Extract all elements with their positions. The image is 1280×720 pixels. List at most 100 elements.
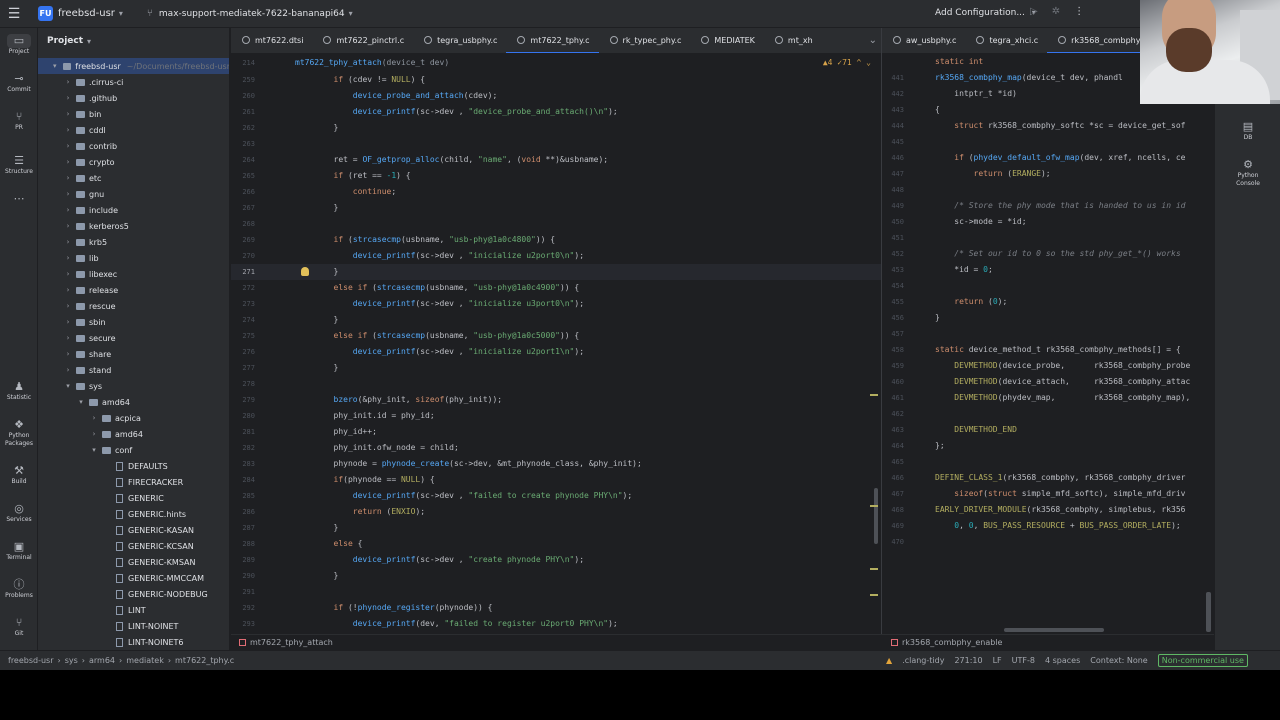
code-line[interactable]: 452 /* Set our id to 0 so the std phy_ge… bbox=[882, 246, 1214, 262]
code-line[interactable]: 468 EARLY_DRIVER_MODULE(rk3568_combphy, s… bbox=[882, 502, 1214, 518]
editor-tab[interactable]: mt_xh bbox=[764, 28, 822, 53]
tree-file[interactable]: GENERIC-KMSAN bbox=[38, 554, 229, 570]
tool-pull-requests[interactable]: ⑂ PR bbox=[0, 110, 38, 132]
editor-tab[interactable]: mt7622.dtsi bbox=[231, 28, 312, 53]
line-number[interactable]: 443 bbox=[882, 102, 904, 118]
tree-folder[interactable]: › krb5 bbox=[38, 234, 229, 250]
tree-folder[interactable]: › sbin bbox=[38, 314, 229, 330]
chevron-right-icon[interactable]: › bbox=[63, 366, 73, 374]
line-number[interactable]: 466 bbox=[882, 470, 904, 486]
line-number[interactable]: 291 bbox=[231, 584, 255, 600]
tree-folder[interactable]: ▾ amd64 bbox=[38, 394, 229, 410]
code-line[interactable]: 263 bbox=[231, 136, 881, 152]
code-line[interactable]: 282 phy_init.ofw_node = child; bbox=[231, 440, 881, 456]
chevron-right-icon[interactable]: › bbox=[63, 334, 73, 342]
tree-folder[interactable]: › etc bbox=[38, 170, 229, 186]
breadcrumb-item[interactable]: sys bbox=[65, 656, 78, 665]
code-line[interactable]: 278 bbox=[231, 376, 881, 392]
editor-left-scrollbar[interactable] bbox=[874, 488, 878, 544]
chevron-right-icon[interactable]: › bbox=[63, 78, 73, 86]
tree-file[interactable]: GENERIC-KASAN bbox=[38, 522, 229, 538]
chevron-right-icon[interactable]: › bbox=[63, 286, 73, 294]
code-line[interactable]: 279 bzero(&phy_init, sizeof(phy_init)); bbox=[231, 392, 881, 408]
code-line[interactable]: 272 else if (strcasecmp(usbname, "usb-ph… bbox=[231, 280, 881, 296]
tree-folder[interactable]: › include bbox=[38, 202, 229, 218]
line-number[interactable]: 461 bbox=[882, 390, 904, 406]
cursor-position[interactable]: 271:10 bbox=[954, 651, 982, 670]
line-number[interactable]: 450 bbox=[882, 214, 904, 230]
line-number[interactable]: 452 bbox=[882, 246, 904, 262]
code-line[interactable]: 269 if (strcasecmp(usbname, "usb-phy@1a0… bbox=[231, 232, 881, 248]
editor-tab[interactable]: rk3568_combphy bbox=[1047, 28, 1150, 53]
chevron-right-icon[interactable]: › bbox=[89, 430, 99, 438]
tree-folder[interactable]: › bin bbox=[38, 106, 229, 122]
code-line[interactable]: 287 } bbox=[231, 520, 881, 536]
line-number[interactable]: 465 bbox=[882, 454, 904, 470]
tree-folder[interactable]: › amd64 bbox=[38, 426, 229, 442]
code-line[interactable]: 454 bbox=[882, 278, 1214, 294]
more-actions-icon[interactable]: ⋮ bbox=[1074, 6, 1084, 17]
tool-git[interactable]: ⑂ Git bbox=[0, 616, 38, 638]
warning-icon[interactable]: ▲ bbox=[886, 651, 892, 670]
line-number[interactable]: 263 bbox=[231, 136, 255, 152]
code-line[interactable]: 290 } bbox=[231, 568, 881, 584]
line-number[interactable]: 453 bbox=[882, 262, 904, 278]
code-line[interactable]: 460 DEVMETHOD(device_attach, rk3568_comb… bbox=[882, 374, 1214, 390]
project-badge[interactable]: FU bbox=[38, 6, 53, 21]
sticky-line[interactable]: 214 mt7622_tphy_attach(device_t dev) ▲4 … bbox=[231, 55, 881, 71]
chevron-right-icon[interactable]: › bbox=[63, 302, 73, 310]
chevron-right-icon[interactable]: › bbox=[63, 110, 73, 118]
tool-python-console[interactable]: ⚙ Python Console bbox=[1229, 158, 1267, 188]
code-line[interactable]: 276 device_printf(sc->dev , "inicialize … bbox=[231, 344, 881, 360]
line-number[interactable]: 260 bbox=[231, 88, 255, 104]
code-line[interactable]: 293 device_printf(dev, "failed to regist… bbox=[231, 616, 881, 632]
code-line[interactable]: 281 phy_id++; bbox=[231, 424, 881, 440]
chevron-right-icon[interactable]: › bbox=[63, 158, 73, 166]
chevron-down-icon[interactable]: ▾ bbox=[89, 446, 99, 454]
panel-header[interactable]: Project ▾ bbox=[38, 28, 229, 54]
line-number[interactable]: 290 bbox=[231, 568, 255, 584]
line-number[interactable]: 470 bbox=[882, 534, 904, 550]
breadcrumb-item[interactable]: arm64 bbox=[89, 656, 115, 665]
code-line[interactable]: 466 DEFINE_CLASS_1(rk3568_combphy, rk3568… bbox=[882, 470, 1214, 486]
chevron-down-icon[interactable]: ▾ bbox=[50, 62, 60, 70]
tree-folder[interactable]: › stand bbox=[38, 362, 229, 378]
chevron-down-icon[interactable]: ▾ bbox=[87, 37, 91, 46]
code-line[interactable]: 463 DEVMETHOD_END bbox=[882, 422, 1214, 438]
code-line[interactable]: 261 device_printf(sc->dev , "device_prob… bbox=[231, 104, 881, 120]
line-number[interactable]: 271 bbox=[231, 264, 255, 280]
line-number[interactable]: 444 bbox=[882, 118, 904, 134]
line-number[interactable]: 448 bbox=[882, 182, 904, 198]
line-number[interactable]: 281 bbox=[231, 424, 255, 440]
tool-more[interactable]: ⋯ bbox=[0, 192, 38, 206]
code-line[interactable]: 283 phynode = phynode_create(sc->dev, &m… bbox=[231, 456, 881, 472]
line-number[interactable]: 451 bbox=[882, 230, 904, 246]
tool-build[interactable]: ⚒ Build bbox=[0, 464, 38, 486]
line-number[interactable]: 285 bbox=[231, 488, 255, 504]
line-number[interactable]: 275 bbox=[231, 328, 255, 344]
tree-folder[interactable]: › .cirrus-ci bbox=[38, 74, 229, 90]
line-number[interactable]: 445 bbox=[882, 134, 904, 150]
code-line[interactable]: 292 if (!phynode_register(phynode)) { bbox=[231, 600, 881, 616]
tree-file[interactable]: FIRECRACKER bbox=[38, 474, 229, 490]
tree-file[interactable]: GENERIC-MMCCAM bbox=[38, 570, 229, 586]
breadcrumb-item[interactable]: mediatek bbox=[126, 656, 164, 665]
code-line[interactable]: 448 bbox=[882, 182, 1214, 198]
line-number[interactable]: 262 bbox=[231, 120, 255, 136]
tree-file[interactable]: DEFAULTS bbox=[38, 458, 229, 474]
line-number[interactable]: 287 bbox=[231, 520, 255, 536]
chevron-right-icon[interactable]: › bbox=[63, 222, 73, 230]
line-number[interactable]: 266 bbox=[231, 184, 255, 200]
code-line[interactable]: 445 bbox=[882, 134, 1214, 150]
line-number[interactable]: 280 bbox=[231, 408, 255, 424]
chevron-right-icon[interactable]: › bbox=[89, 414, 99, 422]
line-number[interactable]: 441 bbox=[882, 70, 904, 86]
tree-folder[interactable]: › cddl bbox=[38, 122, 229, 138]
code-line[interactable]: 444 struct rk3568_combphy_softc *sc = de… bbox=[882, 118, 1214, 134]
tool-services[interactable]: ◎ Services bbox=[0, 502, 38, 524]
code-line[interactable]: 450 sc->mode = *id; bbox=[882, 214, 1214, 230]
chevron-right-icon[interactable]: › bbox=[63, 350, 73, 358]
tree-folder[interactable]: › share bbox=[38, 346, 229, 362]
chevron-right-icon[interactable]: › bbox=[63, 254, 73, 262]
line-number[interactable]: 279 bbox=[231, 392, 255, 408]
